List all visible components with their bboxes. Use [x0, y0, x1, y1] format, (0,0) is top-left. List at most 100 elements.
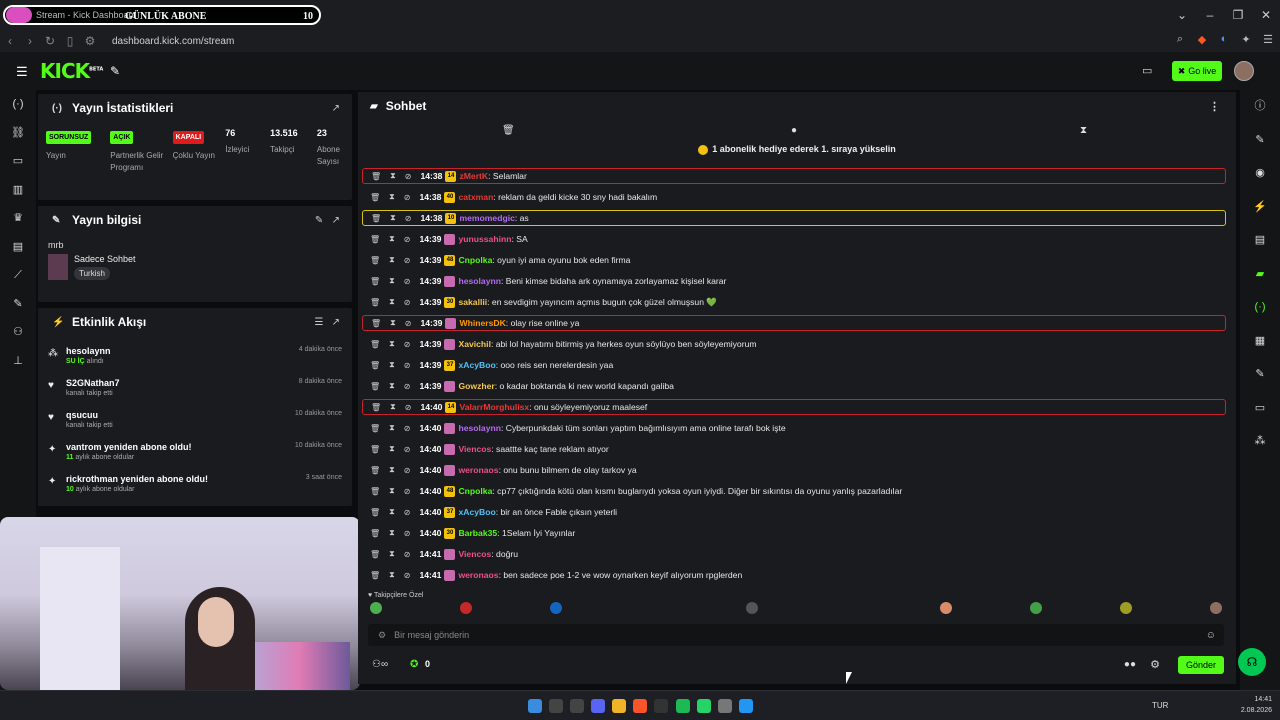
close-icon[interactable]: ✕ — [1252, 8, 1280, 22]
emoji-icon[interactable]: ☺ — [1206, 630, 1216, 641]
message-username[interactable]: zMertK — [459, 171, 488, 181]
delete-message-icon[interactable]: 🗑 — [370, 256, 380, 265]
rail-trophy-icon[interactable]: ♛ — [0, 204, 36, 233]
rail-analytics-icon[interactable]: ▥ — [0, 176, 36, 205]
chat-mode-icon[interactable]: ● — [791, 125, 797, 136]
delete-message-icon[interactable]: 🗑 — [370, 508, 380, 517]
emote[interactable] — [940, 602, 952, 614]
obs-icon[interactable] — [654, 699, 668, 713]
chat-message[interactable]: 🗑 ⧗ ⊘ 14:39 yunussahinn: SA — [362, 231, 1226, 247]
reload-icon[interactable]: ↻ — [40, 34, 60, 48]
delete-message-icon[interactable]: 🗑 — [371, 403, 381, 412]
maximize-icon[interactable]: ❐ — [1224, 8, 1252, 22]
taskview-icon[interactable] — [570, 699, 584, 713]
rail-link-icon[interactable]: ⛓ — [0, 119, 36, 148]
browser-icon[interactable] — [633, 699, 647, 713]
wrench-icon[interactable]: ✎ — [1240, 358, 1280, 392]
ban-icon[interactable]: ⊘ — [404, 193, 411, 202]
message-username[interactable]: yunussahinn — [458, 234, 511, 244]
ban-icon[interactable]: ⊘ — [404, 361, 411, 370]
activity-item[interactable]: ⁂ hesolaynn SU İÇ alındı 4 dakika önce — [38, 342, 352, 374]
explorer-icon[interactable] — [612, 699, 626, 713]
chat-message[interactable]: 🗑 ⧗ ⊘ 14:40 30 Barbak35: 1Selam İyi Yayınlar — [362, 525, 1226, 541]
rail-media-icon[interactable]: ▤ — [0, 233, 36, 262]
forward-icon[interactable]: › — [20, 34, 40, 48]
timeout-icon[interactable]: ⧗ — [389, 381, 395, 391]
chat-message[interactable]: 🗑 ⧗ ⊘ 14:39 37 xAcyBoo: ooo reis sen nerelerd… — [362, 357, 1226, 373]
chat-message[interactable]: 🗑 ⧗ ⊘ 14:38 10 memomedgic: as — [362, 210, 1226, 226]
chat-message[interactable]: 🗑 ⧗ ⊘ 14:40 hesolaynn: Cyberpunkdaki tüm son… — [362, 420, 1226, 436]
delete-message-icon[interactable]: 🗑 — [370, 487, 380, 496]
minimize-icon[interactable]: – — [1196, 8, 1224, 22]
chat-icon[interactable]: ▰ — [1240, 258, 1280, 292]
ban-icon[interactable]: ⊘ — [404, 340, 411, 349]
back-icon[interactable]: ‹ — [0, 34, 20, 48]
rail-tools-icon[interactable]: ✎ — [0, 290, 36, 319]
ban-icon[interactable]: ⊘ — [404, 277, 411, 286]
timeout-icon[interactable]: ⧗ — [390, 402, 396, 412]
activity-item[interactable]: ♥ S2GNathan7 kanalı takip etti 8 dakika … — [38, 374, 352, 406]
theater-mode-icon[interactable]: ▭ — [1142, 64, 1152, 77]
emote[interactable] — [550, 602, 562, 614]
emote[interactable] — [1210, 602, 1222, 614]
site-settings-icon[interactable]: ⚙ — [80, 34, 100, 48]
go-live-button[interactable]: ✖ Go live — [1172, 61, 1222, 81]
chat-input[interactable]: ⚙ Bir mesaj gönderin ☺ — [368, 624, 1224, 646]
rail-chart-icon[interactable]: ⟋ — [0, 261, 36, 290]
tray-clock[interactable]: 14:41 2.08.2026 — [1241, 694, 1272, 716]
message-username[interactable]: Gowzher — [458, 381, 494, 391]
timeout-icon[interactable]: ⧗ — [389, 465, 395, 475]
message-username[interactable]: xAcyBoo — [458, 507, 495, 517]
send-button[interactable]: Gönder — [1178, 656, 1224, 674]
activity-item[interactable]: ✦ vantrom yeniden abone oldu! 11 aylık a… — [38, 438, 352, 470]
message-username[interactable]: Xavichil — [458, 339, 490, 349]
chat-message[interactable]: 🗑 ⧗ ⊘ 14:40 37 xAcyBoo: bir an önce Fable çık… — [362, 504, 1226, 520]
ban-icon[interactable]: ⊘ — [405, 319, 412, 328]
delete-message-icon[interactable]: 🗑 — [371, 214, 381, 223]
lightning-icon[interactable]: ⚡ — [1240, 191, 1280, 225]
delete-message-icon[interactable]: 🗑 — [370, 340, 380, 349]
delete-message-icon[interactable]: 🗑 — [370, 361, 380, 370]
timeout-icon[interactable]: ⧗ — [389, 549, 395, 559]
timeout-icon[interactable]: ⧗ — [390, 213, 396, 223]
ban-icon[interactable]: ⊘ — [404, 256, 411, 265]
delete-message-icon[interactable]: 🗑 — [370, 298, 380, 307]
delete-message-icon[interactable]: 🗑 — [371, 172, 381, 181]
edit-popout-icons[interactable]: ✎ ↗ — [315, 215, 340, 226]
ban-icon[interactable]: ⊘ — [404, 529, 411, 538]
message-username[interactable]: Viencos — [458, 549, 491, 559]
trash-icon[interactable]: 🗑 — [502, 125, 515, 136]
delete-message-icon[interactable]: 🗑 — [370, 424, 380, 433]
emote[interactable] — [1120, 602, 1132, 614]
whatsapp-icon[interactable] — [697, 699, 711, 713]
chat-settings-icon[interactable]: ⚙ — [378, 630, 386, 641]
message-username[interactable]: memomedgic — [459, 213, 514, 223]
chat-message[interactable]: 🗑 ⧗ ⊘ 14:40 14 ValarrMorghulisx: onu söyleyem… — [362, 399, 1226, 415]
stack-icon[interactable]: ▦ — [1240, 325, 1280, 359]
tray-lang[interactable]: TUR — [1152, 701, 1168, 710]
spotify-icon[interactable] — [676, 699, 690, 713]
delete-message-icon[interactable]: 🗑 — [370, 382, 380, 391]
chat-message[interactable]: 🗑 ⧗ ⊘ 14:39 Xavichil: abi lol hayatımı bitir… — [362, 336, 1226, 352]
window-icon[interactable]: ▭ — [1240, 392, 1280, 426]
settings-icon[interactable] — [718, 699, 732, 713]
timeout-icon[interactable]: ⧗ — [389, 297, 395, 307]
info-icon[interactable]: ⓘ — [1240, 90, 1280, 124]
chat-message[interactable]: 🗑 ⧗ ⊘ 14:40 Viencos: saattte kaç tane reklam… — [362, 441, 1226, 457]
timeout-icon[interactable]: ⧗ — [389, 528, 395, 538]
message-username[interactable]: sakallii — [458, 297, 487, 307]
message-username[interactable]: weronaos — [458, 570, 498, 580]
filter-popout-icons[interactable]: ☰ ↗ — [314, 317, 340, 328]
timeout-icon[interactable]: ⧗ — [389, 486, 395, 496]
timeout-icon[interactable]: ⧗ — [389, 423, 395, 433]
delete-message-icon[interactable]: 🗑 — [370, 550, 380, 559]
emote[interactable] — [746, 602, 758, 614]
hamburger-menu-icon[interactable]: ☰ — [16, 64, 28, 80]
delete-message-icon[interactable]: 🗑 — [370, 235, 380, 244]
delete-message-icon[interactable]: 🗑 — [371, 319, 381, 328]
share-icon[interactable]: ⁂ — [1240, 425, 1280, 459]
message-username[interactable]: Barbak35 — [458, 528, 497, 538]
bookmark-icon[interactable]: ▯ — [60, 34, 80, 48]
timeout-icon[interactable]: ⧗ — [389, 360, 395, 370]
message-username[interactable]: WhinersDK — [459, 318, 505, 328]
